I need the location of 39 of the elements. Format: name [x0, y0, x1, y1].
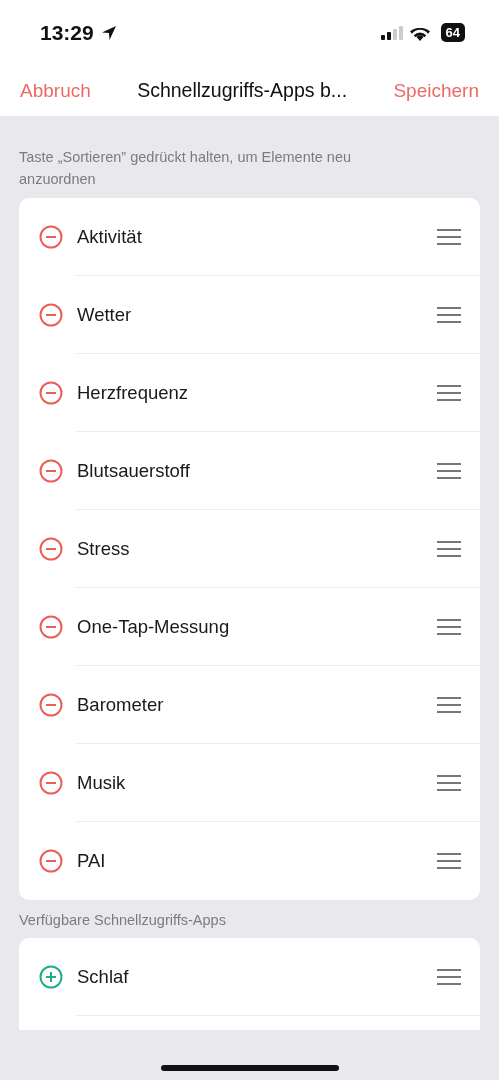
remove-icon[interactable]	[39, 303, 63, 327]
signal-icon	[380, 25, 403, 40]
drag-handle-icon[interactable]	[437, 969, 461, 985]
remove-icon[interactable]	[39, 537, 63, 561]
drag-handle-icon[interactable]	[437, 775, 461, 791]
remove-icon[interactable]	[39, 381, 63, 405]
remove-icon[interactable]	[39, 771, 63, 795]
remove-icon[interactable]	[39, 225, 63, 249]
drag-handle-icon[interactable]	[437, 307, 461, 323]
location-arrow-icon	[99, 23, 118, 42]
app-label: Stress	[77, 538, 131, 560]
screen-title: Schnellzugriffs-Apps b...	[137, 79, 348, 102]
status-time: 13:29	[40, 20, 94, 45]
remove-icon[interactable]	[39, 459, 63, 483]
app-label: PAI	[77, 850, 107, 872]
drag-handle-icon[interactable]	[437, 619, 461, 635]
save-button[interactable]: Speichern	[393, 79, 479, 102]
app-label: Blutsauerstoff	[77, 460, 191, 482]
app-label: Wetter	[77, 304, 133, 326]
app-label: One-Tap-Messung	[77, 616, 231, 638]
app-label: Musik	[77, 772, 127, 794]
remove-icon[interactable]	[39, 849, 63, 873]
remove-icon[interactable]	[39, 693, 63, 717]
app-label: Aktivität	[77, 226, 143, 248]
drag-handle-icon[interactable]	[437, 463, 461, 479]
drag-handle-icon[interactable]	[437, 385, 461, 401]
drag-handle-icon[interactable]	[437, 541, 461, 557]
app-label: Schlaf	[77, 966, 130, 988]
battery-indicator: 64	[440, 23, 465, 42]
add-icon[interactable]	[39, 965, 63, 989]
hint-text: Taste „Sortieren” gedrückt halten, um Elemente neu anzuordnen	[19, 148, 353, 189]
app-label: Barometer	[77, 694, 165, 716]
app-label: Herzfrequenz	[77, 382, 190, 404]
drag-handle-icon[interactable]	[437, 229, 461, 245]
drag-handle-icon[interactable]	[437, 697, 461, 713]
drag-handle-icon[interactable]	[437, 853, 461, 869]
cancel-button[interactable]: Abbruch	[20, 79, 91, 102]
remove-icon[interactable]	[39, 615, 63, 639]
section-title: Verfügbare Schnellzugriffs-Apps	[19, 912, 227, 928]
